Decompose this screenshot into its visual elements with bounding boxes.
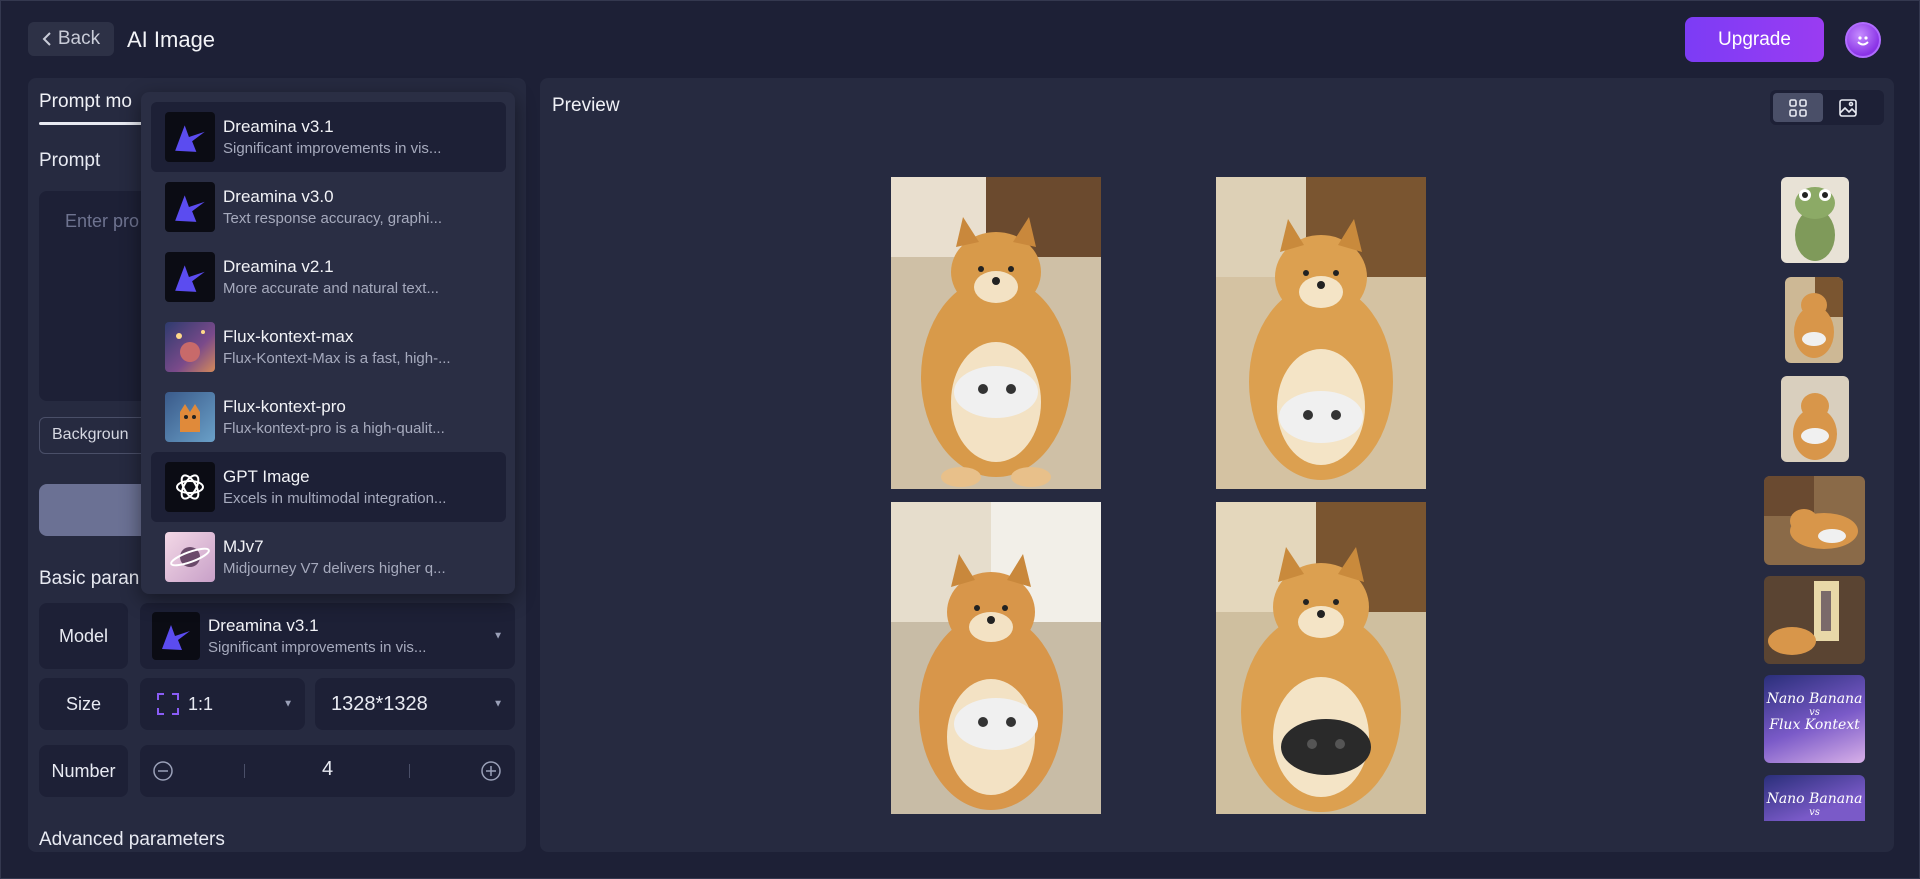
dropdown-item-mjv7[interactable]: MJv7 Midjourney V7 delivers higher q... [151,522,506,592]
thumb-text-line: Flux Kontext [1769,717,1860,733]
dropdown-item-flux-kontext-pro[interactable]: Flux-kontext-pro Flux-kontext-pro is a hi… [151,382,506,452]
plus-button[interactable] [480,760,502,787]
dropdown-item-desc: Text response accuracy, graphi... [223,210,442,227]
dropdown-item-desc: Midjourney V7 delivers higher q... [223,560,446,577]
chevron-down-icon: ▼ [493,630,503,642]
dropdown-item-name: Dreamina v3.1 [223,117,334,136]
model-key: Model [39,603,128,669]
prompt-label: Prompt [39,150,101,171]
chevron-left-icon [42,32,51,46]
advanced-parameters-label[interactable]: Advanced parameters [39,829,225,851]
number-key: Number [39,745,128,797]
dropdown-item-name: Flux-kontext-pro [223,397,346,416]
grid-view-button[interactable] [1773,93,1823,122]
avatar[interactable] [1845,22,1881,58]
model-select-desc: Significant improvements in vis... [208,639,427,656]
dropdown-item-name: Dreamina v3.0 [223,187,334,206]
resolution-select[interactable]: 1328*1328 ▼ [315,678,515,730]
page-title: AI Image [127,27,216,52]
thumb-text-line: vs [1809,807,1820,818]
history-thumbnail[interactable] [1785,277,1843,363]
mj-planet-thumbnail [165,532,215,582]
dropdown-item-desc: Flux-Kontext-Max is a fast, high-... [223,350,451,367]
preview-title: Preview [552,95,620,116]
generated-image[interactable] [891,177,1101,489]
model-select-name: Dreamina v3.1 [208,616,319,635]
dropdown-item-dreamina-v2-1[interactable]: Dreamina v2.1 More accurate and natural t… [151,242,506,312]
upgrade-button[interactable]: Upgrade [1685,17,1824,62]
back-button[interactable]: Back [28,22,114,56]
generated-image[interactable] [891,502,1101,814]
dropdown-item-name: Dreamina v2.1 [223,257,334,276]
dropdown-item-name: Flux-kontext-max [223,327,354,346]
flux-pro-thumbnail [165,392,215,442]
openai-logo-icon [165,462,215,512]
aspect-ratio-icon [157,693,179,715]
dropdown-item-name: GPT Image [223,467,310,486]
dreamina-logo-icon [152,612,200,660]
model-dropdown: Dreamina v3.1 Significant improvements in… [141,92,515,594]
chevron-down-icon: ▼ [283,698,293,710]
dropdown-item-name: MJv7 [223,537,264,556]
history-thumbnail[interactable]: Nano Banana vs Flux Kontext [1764,675,1865,763]
image-icon [1839,98,1857,117]
dropdown-item-desc: More accurate and natural text... [223,280,439,297]
dropdown-item-flux-kontext-max[interactable]: Flux-kontext-max Flux-Kontext-Max is a fa… [151,312,506,382]
ratio-select[interactable]: 1:1 ▼ [140,678,305,730]
history-thumbnail[interactable] [1781,376,1849,462]
view-toggle [1770,90,1884,125]
resolution-value: 1328*1328 [331,692,428,715]
ratio-value: 1:1 [188,693,214,714]
dreamina-logo-icon [165,112,215,162]
thumbnail-text: Nano Banana vs Flux Kontext [1764,691,1865,733]
history-thumbnail[interactable] [1781,177,1849,263]
grid-icon [1789,98,1807,117]
model-select[interactable]: Dreamina v3.1 Significant improvements i… [140,603,515,669]
dropdown-item-gpt-image[interactable]: GPT Image Excels in multimodal integratio… [151,452,506,522]
dreamina-logo-icon [165,252,215,302]
single-view-button[interactable] [1823,93,1873,122]
chevron-down-icon: ▼ [493,698,503,710]
divider [409,764,410,778]
number-stepper: 4 [140,745,515,797]
basic-parameters-label: Basic paran [39,568,140,589]
dropdown-item-dreamina-v3-1[interactable]: Dreamina v3.1 Significant improvements in… [151,102,506,172]
thumb-text-line: Nano Banana [1766,691,1863,707]
history-thumbnail[interactable]: Nano Banana vs [1764,775,1865,821]
app-window: Back AI Image Upgrade Prompt mo Prompt E… [0,0,1920,879]
tab-underline [39,122,149,125]
dropdown-item-dreamina-v3-0[interactable]: Dreamina v3.0 Text response accuracy, gra… [151,172,506,242]
dropdown-item-desc: Excels in multimodal integration... [223,490,447,507]
preview-panel: Preview Nano Banana vs Flux Kontext Nano… [540,78,1894,852]
generated-image[interactable] [1216,177,1426,489]
tab-prompt-mode[interactable]: Prompt mo [39,91,132,113]
history-thumbnail[interactable] [1764,576,1865,664]
size-key: Size [39,678,128,730]
thumb-text-line: Nano Banana [1766,791,1863,807]
smile-avatar-icon [1857,36,1869,46]
dreamina-logo-icon [165,182,215,232]
generated-image[interactable] [1216,502,1426,814]
dropdown-item-desc: Significant improvements in vis... [223,140,442,157]
thumbnail-text: Nano Banana vs [1764,791,1865,819]
number-value[interactable]: 4 [140,758,515,781]
back-label: Back [57,28,101,49]
history-thumbnail[interactable] [1764,476,1865,565]
flux-max-thumbnail [165,322,215,372]
dropdown-item-desc: Flux-kontext-pro is a high-qualit... [223,420,445,437]
plus-circle-icon [481,761,501,781]
